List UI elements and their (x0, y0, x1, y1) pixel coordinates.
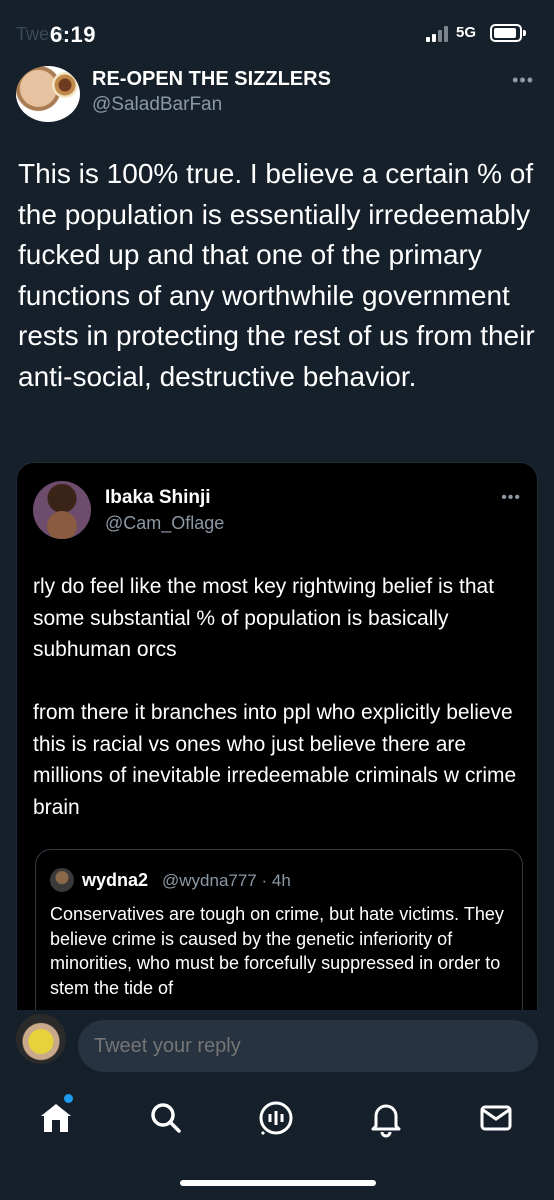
notifications-icon[interactable] (366, 1098, 406, 1138)
author-avatar[interactable] (16, 66, 80, 122)
quoted-text-paragraph: from there it branches into ppl who expl… (33, 701, 517, 819)
messages-icon[interactable] (476, 1098, 516, 1138)
signal-icon (426, 26, 452, 42)
nested-author-avatar (50, 868, 74, 892)
reply-input[interactable] (78, 1020, 538, 1072)
home-icon[interactable] (36, 1098, 76, 1138)
search-icon[interactable] (146, 1098, 186, 1138)
network-label: 5G (456, 24, 477, 41)
quoted-author-name: Ibaka Shinji (105, 487, 211, 508)
author-handle[interactable]: @SaladBarFan (92, 94, 222, 116)
more-options-icon[interactable]: ••• (512, 70, 534, 91)
spaces-icon[interactable] (256, 1098, 296, 1138)
author-display-name[interactable]: RE-OPEN THE SIZZLERS (92, 68, 331, 91)
nested-author-handle: @wydna777 · 4h (162, 871, 291, 890)
home-indicator[interactable] (180, 1180, 376, 1186)
quoted-text-paragraph: rly do feel like the most key rightwing … (33, 575, 495, 661)
quoted-more-icon[interactable]: ••• (501, 489, 521, 507)
nested-quote-text: Conservatives are tough on crime, but ha… (50, 904, 504, 998)
nested-quote-card[interactable]: wydna2 @wydna777 · 4h Conservatives are … (35, 849, 523, 1031)
status-time: 6:19 (50, 22, 97, 47)
user-avatar[interactable] (16, 1014, 66, 1064)
status-bar: Tweet 6:19 5G (0, 0, 554, 64)
nested-author-name: wydna2 (82, 870, 149, 890)
quoted-author-handle: @Cam_Oflage (105, 513, 225, 533)
notification-dot (64, 1094, 73, 1103)
battery-icon (490, 24, 526, 42)
quoted-tweet-card[interactable]: Ibaka Shinji @Cam_Oflage ••• rly do feel… (16, 462, 538, 1032)
tweet-text: This is 100% true. I believe a certain %… (18, 158, 535, 392)
quoted-author-avatar (33, 481, 91, 539)
